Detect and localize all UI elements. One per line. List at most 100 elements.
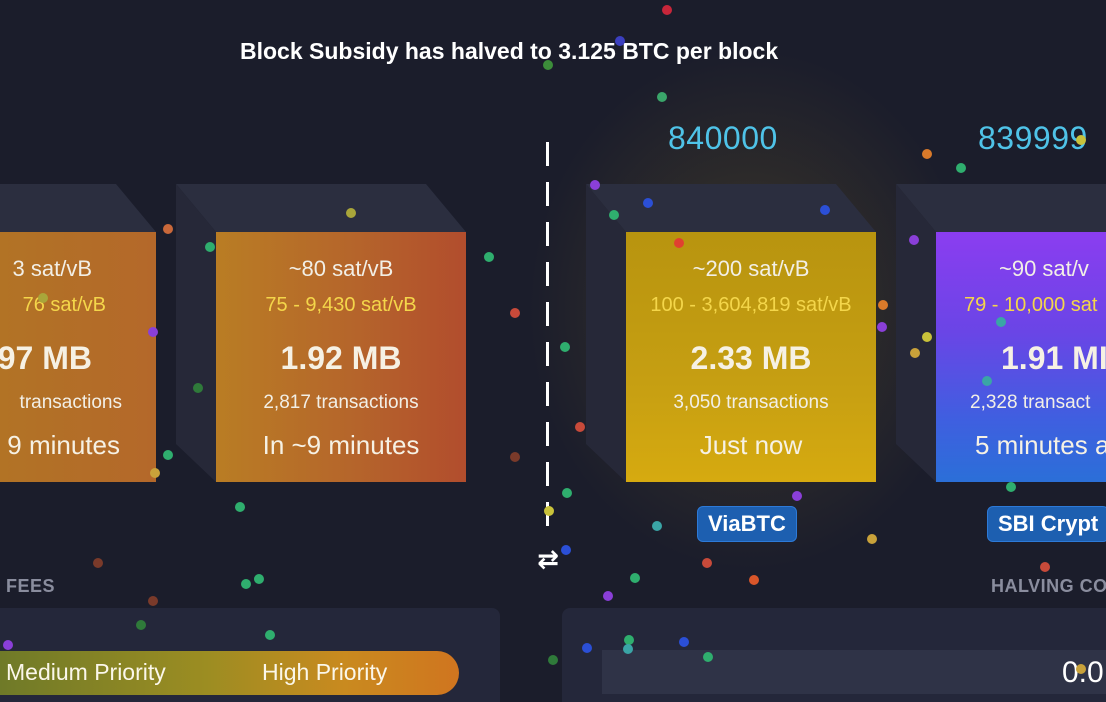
confetti-dot xyxy=(982,376,992,386)
mined-block-840000[interactable]: ~200 sat/vB 100 - 3,604,819 sat/vB 2.33 … xyxy=(586,184,876,482)
block-fee-median: ~80 sat/vB xyxy=(288,256,394,281)
confetti-dot xyxy=(1076,664,1086,674)
confetti-dot xyxy=(235,502,245,512)
confetti-dot xyxy=(38,293,48,303)
halving-progress-box xyxy=(602,650,1106,694)
confetti-dot xyxy=(148,327,158,337)
confetti-dot xyxy=(922,149,932,159)
block-fee-range: 79 - 10,000 sat xyxy=(964,294,1098,316)
confetti-dot xyxy=(544,506,554,516)
medium-priority-label: Medium Priority xyxy=(6,659,166,685)
confetti-dot xyxy=(548,655,558,665)
confetti-dot xyxy=(909,235,919,245)
confetti-dot xyxy=(662,5,672,15)
high-priority-label: High Priority xyxy=(262,659,388,685)
block-top-face xyxy=(586,184,876,232)
block-side-face xyxy=(586,184,626,482)
block-tx-count: 2,817 transactions xyxy=(263,392,419,413)
halving-banner: Block Subsidy has halved to 3.125 BTC pe… xyxy=(240,38,779,64)
confetti-dot xyxy=(582,643,592,653)
block-size: 1.91 MI xyxy=(1001,340,1106,376)
confetti-dot xyxy=(652,521,662,531)
block-height-label[interactable]: 840000 xyxy=(668,120,778,157)
confetti-dot xyxy=(679,637,689,647)
confetti-dot xyxy=(674,238,684,248)
confetti-dot xyxy=(657,92,667,102)
block-size: 1.92 MB xyxy=(280,340,402,376)
confetti-dot xyxy=(590,180,600,190)
confetti-dot xyxy=(510,452,520,462)
block-time: Just now xyxy=(699,430,803,460)
block-tx-count: 2,328 transact xyxy=(970,392,1091,413)
block-fee-median: ~90 sat/v xyxy=(999,256,1089,281)
block-fee-median: ~200 sat/vB xyxy=(692,256,810,281)
block-size: 97 MB xyxy=(0,340,92,376)
confetti-dot xyxy=(136,620,146,630)
pending-block-1[interactable]: 3 sat/vB 76 sat/vB 97 MB transactions 9 … xyxy=(0,184,156,482)
block-top-face xyxy=(176,184,466,232)
block-size: 2.33 MB xyxy=(690,340,812,376)
confetti-dot xyxy=(484,252,494,262)
confetti-dot xyxy=(3,640,13,650)
mining-pool-tag[interactable]: SBI Crypt xyxy=(987,506,1106,542)
block-front-face: ~80 sat/vB 75 - 9,430 sat/vB 1.92 MB 2,8… xyxy=(216,232,466,482)
confetti-dot xyxy=(163,450,173,460)
confetti-dot xyxy=(702,558,712,568)
confetti-dot xyxy=(205,242,215,252)
confetti-dot xyxy=(560,342,570,352)
confetti-dot xyxy=(562,488,572,498)
confetti-dot xyxy=(703,652,713,662)
confetti-dot xyxy=(254,574,264,584)
halving-countdown-title: HALVING CO xyxy=(991,576,1106,596)
confetti-dot xyxy=(956,163,966,173)
block-eta: 9 minutes xyxy=(7,430,120,460)
confetti-dot xyxy=(1076,135,1086,145)
confetti-dot xyxy=(643,198,653,208)
block-front-face: 3 sat/vB 76 sat/vB 97 MB transactions 9 … xyxy=(0,232,156,482)
block-height-label[interactable]: 839999 xyxy=(978,120,1088,157)
confetti-dot xyxy=(820,205,830,215)
confetti-dot xyxy=(996,317,1006,327)
confetti-dot xyxy=(346,208,356,218)
swap-arrows-icon[interactable]: ⇄ xyxy=(533,544,563,574)
confetti-dot xyxy=(561,545,571,555)
mining-pool-tag[interactable]: ViaBTC xyxy=(697,506,797,542)
confetti-dot xyxy=(877,322,887,332)
confetti-dot xyxy=(630,573,640,583)
confetti-dot xyxy=(150,468,160,478)
pending-block-2[interactable]: ~80 sat/vB 75 - 9,430 sat/vB 1.92 MB 2,8… xyxy=(176,184,466,482)
confetti-dot xyxy=(867,534,877,544)
confetti-dot xyxy=(792,491,802,501)
block-tx-count: transactions xyxy=(19,392,122,413)
block-tx-count: 3,050 transactions xyxy=(673,392,829,413)
confetti-dot xyxy=(1006,482,1016,492)
confetti-dot xyxy=(922,332,932,342)
confetti-dot xyxy=(510,308,520,318)
confetti-dot xyxy=(878,300,888,310)
mempool-blockchain-divider xyxy=(546,142,549,532)
block-fee-range: 76 sat/vB xyxy=(22,294,106,316)
block-fee-range: 75 - 9,430 sat/vB xyxy=(265,294,417,316)
block-fee-range: 100 - 3,604,819 sat/vB xyxy=(650,294,852,316)
block-front-face: ~200 sat/vB 100 - 3,604,819 sat/vB 2.33 … xyxy=(626,232,876,482)
mempool-visualizer: Block Subsidy has halved to 3.125 BTC pe… xyxy=(0,0,1106,702)
block-front-face: ~90 sat/v 79 - 10,000 sat 1.91 MI 2,328 … xyxy=(936,232,1106,482)
confetti-dot xyxy=(163,224,173,234)
confetti-dot xyxy=(1040,562,1050,572)
block-time: 5 minutes a xyxy=(975,430,1106,460)
confetti-dot xyxy=(575,422,585,432)
confetti-dot xyxy=(193,383,203,393)
confetti-dot xyxy=(603,591,613,601)
confetti-dot xyxy=(265,630,275,640)
confetti-dot xyxy=(910,348,920,358)
block-eta: In ~9 minutes xyxy=(262,430,420,460)
confetti-dot xyxy=(609,210,619,220)
block-top-face xyxy=(0,184,156,232)
confetti-dot xyxy=(93,558,103,568)
confetti-dot xyxy=(623,644,633,654)
confetti-dot xyxy=(749,575,759,585)
fees-section-title: FEES xyxy=(6,576,56,596)
block-side-face xyxy=(176,184,216,482)
confetti-dot xyxy=(148,596,158,606)
confetti-dot xyxy=(615,36,625,46)
